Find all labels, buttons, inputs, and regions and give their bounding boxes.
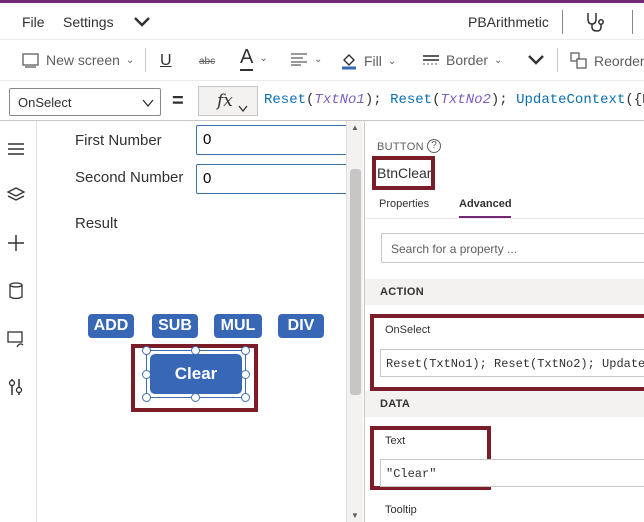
align-button[interactable]: ⌄ <box>290 52 322 66</box>
onselect-label: OnSelect <box>385 324 431 336</box>
resize-handle[interactable] <box>191 346 200 355</box>
control-name[interactable]: BtnClear <box>377 165 431 181</box>
chevron-down-icon: ⌄ <box>125 54 135 66</box>
chevron-down-icon: ⌄ <box>314 53 323 65</box>
tools-icon[interactable] <box>6 377 26 397</box>
font-color-glyph: A <box>240 46 254 71</box>
resize-handle[interactable] <box>142 346 151 355</box>
chevron-down-icon: ⌄ <box>494 54 503 66</box>
formula-token: ({R <box>625 92 644 108</box>
toolbar-divider <box>557 48 558 72</box>
resize-handle[interactable] <box>142 393 151 402</box>
add-button[interactable]: ADD <box>88 314 134 338</box>
second-number-label: Second Number <box>75 169 184 186</box>
scroll-up-icon[interactable]: ▲ <box>351 123 359 132</box>
reorder-button[interactable]: Reorder <box>570 52 644 70</box>
menu-divider <box>562 10 563 34</box>
section-action-header: ACTION <box>365 279 644 305</box>
canvas-scrollbar[interactable]: ▲ ▼ <box>346 121 363 522</box>
new-screen-icon <box>22 53 39 68</box>
fill-label: Fill <box>364 53 382 69</box>
left-rail <box>0 121 37 522</box>
scroll-down-icon[interactable]: ▼ <box>351 511 359 520</box>
paint-bucket-icon <box>342 54 356 70</box>
menu-bar: File Settings PBArithmetic <box>0 3 644 39</box>
chevron-down-icon: ⌄ <box>259 53 268 64</box>
formula-token: Reset <box>264 92 307 108</box>
formula-bar: OnSelect = fx Reset(TxtNo1); Reset(TxtNo… <box>0 81 644 121</box>
active-tab-indicator <box>459 216 511 218</box>
result-label: Result <box>75 215 118 232</box>
border-label: Border <box>446 52 489 68</box>
toolbar: New screen ⌄ U abc A ⌄ ⌄ Fill ⌄ Border ⌄… <box>0 39 644 81</box>
border-button[interactable]: Border ⌄ <box>422 52 502 68</box>
fx-icon: fx <box>217 91 233 111</box>
properties-pane: BUTTON ? BtnClear Properties Advanced Se… <box>364 121 644 522</box>
app-name: PBArithmetic <box>468 14 549 30</box>
reorder-icon <box>570 52 587 69</box>
reorder-label: Reorder <box>594 53 644 69</box>
chevron-down-icon <box>238 98 248 118</box>
scrollbar-thumb[interactable] <box>350 169 361 395</box>
first-number-input[interactable]: 0 <box>196 125 356 155</box>
new-screen-button[interactable]: New screen ⌄ <box>22 52 134 68</box>
chevron-down-icon <box>142 96 154 111</box>
resize-handle[interactable] <box>241 346 250 355</box>
database-icon[interactable] <box>6 281 26 301</box>
app-canvas: First Number 0 Second Number 0 Result AD… <box>38 121 356 522</box>
pane-tabs: Properties Advanced <box>365 189 644 219</box>
formula-token: ); <box>490 92 517 108</box>
fill-button[interactable]: Fill ⌄ <box>340 52 396 70</box>
more-commands-chevron[interactable] <box>527 50 545 68</box>
strikethrough-button[interactable]: abc <box>199 56 215 67</box>
fx-button[interactable]: fx <box>198 86 258 116</box>
layers-icon[interactable] <box>6 185 26 205</box>
formula-token: UpdateContext <box>516 92 626 108</box>
formula-token: TxtNo1 <box>314 92 365 108</box>
align-icon <box>291 53 307 66</box>
first-number-label: First Number <box>75 132 162 149</box>
chevron-down-icon <box>528 55 544 65</box>
div-button[interactable]: DIV <box>278 314 324 338</box>
section-data-header: DATA <box>365 391 644 417</box>
equals-sign: = <box>172 90 184 112</box>
chevron-down-icon: ⌄ <box>387 55 397 67</box>
formula-token: ); <box>364 92 391 108</box>
onselect-value[interactable]: Reset(TxtNo1); Reset(TxtNo2); UpdateCont… <box>380 349 644 377</box>
tab-advanced[interactable]: Advanced <box>459 198 512 210</box>
resize-handle[interactable] <box>142 370 151 379</box>
tooltip-label: Tooltip <box>385 504 417 516</box>
text-value[interactable]: "Clear" <box>380 459 644 487</box>
formula-token: Reset <box>390 92 433 108</box>
resize-handle[interactable] <box>191 393 200 402</box>
sub-button[interactable]: SUB <box>152 314 198 338</box>
media-icon[interactable] <box>6 329 26 349</box>
menu-divider <box>632 10 633 34</box>
second-number-input[interactable]: 0 <box>196 164 356 194</box>
border-icon <box>423 55 439 65</box>
plus-icon[interactable] <box>6 233 26 253</box>
property-dropdown-value: OnSelect <box>18 95 72 110</box>
control-type-label: BUTTON <box>377 141 424 153</box>
text-label: Text <box>385 435 406 447</box>
menu-settings[interactable]: Settings <box>63 14 114 30</box>
tab-properties[interactable]: Properties <box>379 198 429 210</box>
hamburger-icon[interactable] <box>6 139 26 159</box>
chevron-down-icon[interactable] <box>133 12 151 35</box>
selection-frame <box>146 350 246 398</box>
mul-button[interactable]: MUL <box>214 314 262 338</box>
property-dropdown[interactable]: OnSelect <box>9 88 161 116</box>
formula-token: TxtNo2 <box>440 92 491 108</box>
resize-handle[interactable] <box>241 370 250 379</box>
formula-input[interactable]: Reset(TxtNo1); Reset(TxtNo2); UpdateCont… <box>264 92 644 108</box>
underline-button[interactable]: U <box>160 52 172 70</box>
help-icon[interactable]: ? <box>427 139 441 153</box>
property-search-input[interactable]: Search for a property ... <box>381 233 644 263</box>
stethoscope-icon[interactable] <box>584 11 606 38</box>
new-screen-label: New screen <box>46 52 120 68</box>
resize-handle[interactable] <box>241 393 250 402</box>
font-color-button[interactable]: A ⌄ <box>240 46 268 71</box>
menu-file[interactable]: File <box>22 14 45 30</box>
toolbar-divider <box>145 48 146 72</box>
